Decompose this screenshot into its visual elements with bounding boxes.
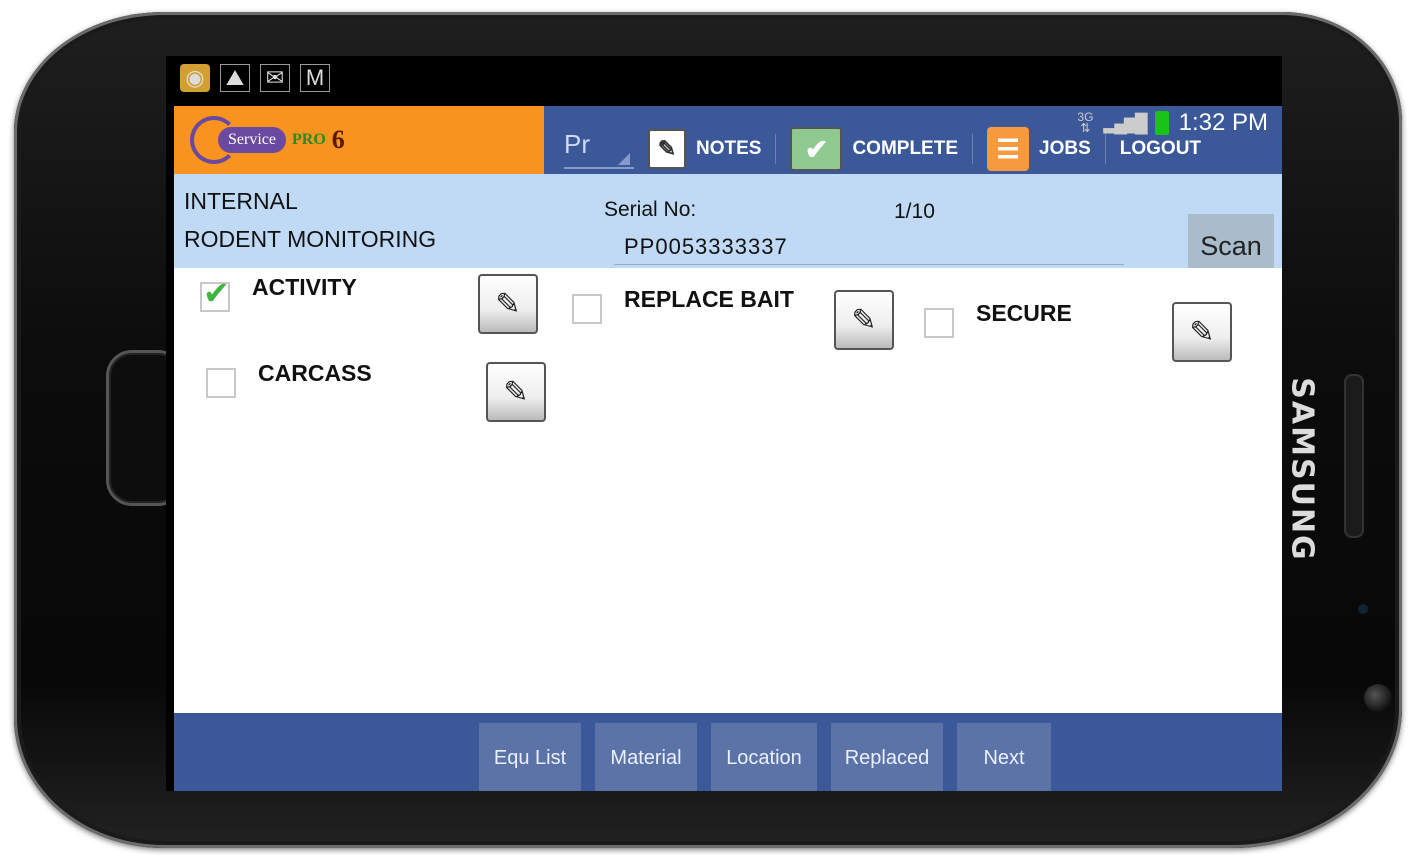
item-counter: 1/10 [894,200,935,223]
notes-button[interactable]: ✎ NOTES [634,129,775,169]
device-screen: ◉ ⛰ ✉ M Service PRO 6 3G ⇅ ▂▄▆█ 1:32 PM P… [166,56,1282,791]
mode-dropdown[interactable]: Pr [564,129,634,169]
location-button[interactable]: Location [711,723,817,791]
checklist-label: CARCASS [258,360,372,386]
logout-button[interactable]: LOGOUT [1106,138,1215,160]
checklist-area: ACTIVITY ✎ REPLACE BAIT ✎ SECURE ✎ CARCA… [174,268,1282,713]
job-service-name: RODENT MONITORING [184,226,437,252]
brand-logo: SAMSUNG [1284,377,1320,562]
servicepro-app-icon[interactable]: ◉ [180,64,210,92]
gmail-icon[interactable]: M [300,64,330,92]
edit-note-icon[interactable]: ✎ [478,274,538,334]
logo-pro-text: PRO [291,131,326,148]
serial-field-underline [614,264,1124,265]
logo-service-text: Service [218,127,286,153]
checklist-label: ACTIVITY [252,274,357,300]
checkbox-checked[interactable] [200,274,230,312]
jobs-label: JOBS [1039,138,1091,159]
bottom-button-group: Equ List Material Location Replaced Next [479,723,1051,791]
checklist-label: SECURE [976,300,1072,326]
checkbox[interactable] [572,294,602,324]
logo-version-text: 6 [331,125,345,154]
mode-dropdown-value: Pr [564,129,590,159]
checklist-label: REPLACE BAIT [624,286,794,312]
replaced-button[interactable]: Replaced [831,723,943,791]
monitor-check-icon: ✔ [790,127,843,171]
edit-note-icon[interactable]: ✎ [834,290,894,350]
notification-icons: ◉ ⛰ ✉ M [180,64,330,92]
job-type: INTERNAL RODENT MONITORING [184,182,436,258]
serial-label: Serial No: [604,198,697,221]
checkbox[interactable] [924,308,954,338]
equ-list-button[interactable]: Equ List [479,723,581,791]
checklist-item-activity[interactable]: ACTIVITY [200,274,357,312]
earpiece-speaker [1344,374,1364,538]
checklist-item-carcass[interactable]: CARCASS [206,360,372,398]
bottom-nav-bar: Equ List Material Location Replaced Next [174,713,1282,791]
action-toolbar: Pr ✎ NOTES ✔ COMPLETE ☰ JOBS LOGOUT [564,124,1274,174]
edit-note-icon[interactable]: ✎ [486,362,546,422]
complete-label: COMPLETE [852,138,959,159]
servicepro-logo: Service PRO 6 [174,106,544,174]
job-info-bar: INTERNAL RODENT MONITORING Serial No: PP… [174,174,1282,278]
notes-label: NOTES [696,138,762,159]
next-button[interactable]: Next [957,723,1051,791]
front-camera [1364,684,1392,712]
proximity-sensor [1358,604,1368,614]
serial-field[interactable]: PP0053333337 [624,234,788,260]
material-button[interactable]: Material [595,723,697,791]
checkbox[interactable] [206,368,236,398]
complete-button[interactable]: ✔ COMPLETE [776,127,972,171]
job-category: INTERNAL [184,188,298,214]
checklist-item-secure[interactable]: SECURE [924,300,1072,338]
edit-note-icon[interactable]: ✎ [1172,302,1232,362]
image-icon[interactable]: ⛰ [220,64,250,92]
jobs-button[interactable]: ☰ JOBS [973,127,1105,171]
logout-label: LOGOUT [1119,138,1202,159]
checklist-item-replace-bait[interactable]: REPLACE BAIT [572,286,794,324]
notepad-pencil-icon: ✎ [648,129,686,169]
list-icon: ☰ [987,127,1030,171]
app-header: Service PRO 6 3G ⇅ ▂▄▆█ 1:32 PM Pr ✎ NOTE… [174,106,1282,174]
email-error-icon[interactable]: ✉ [260,64,290,92]
notification-bar: ◉ ⛰ ✉ M [166,56,1282,106]
